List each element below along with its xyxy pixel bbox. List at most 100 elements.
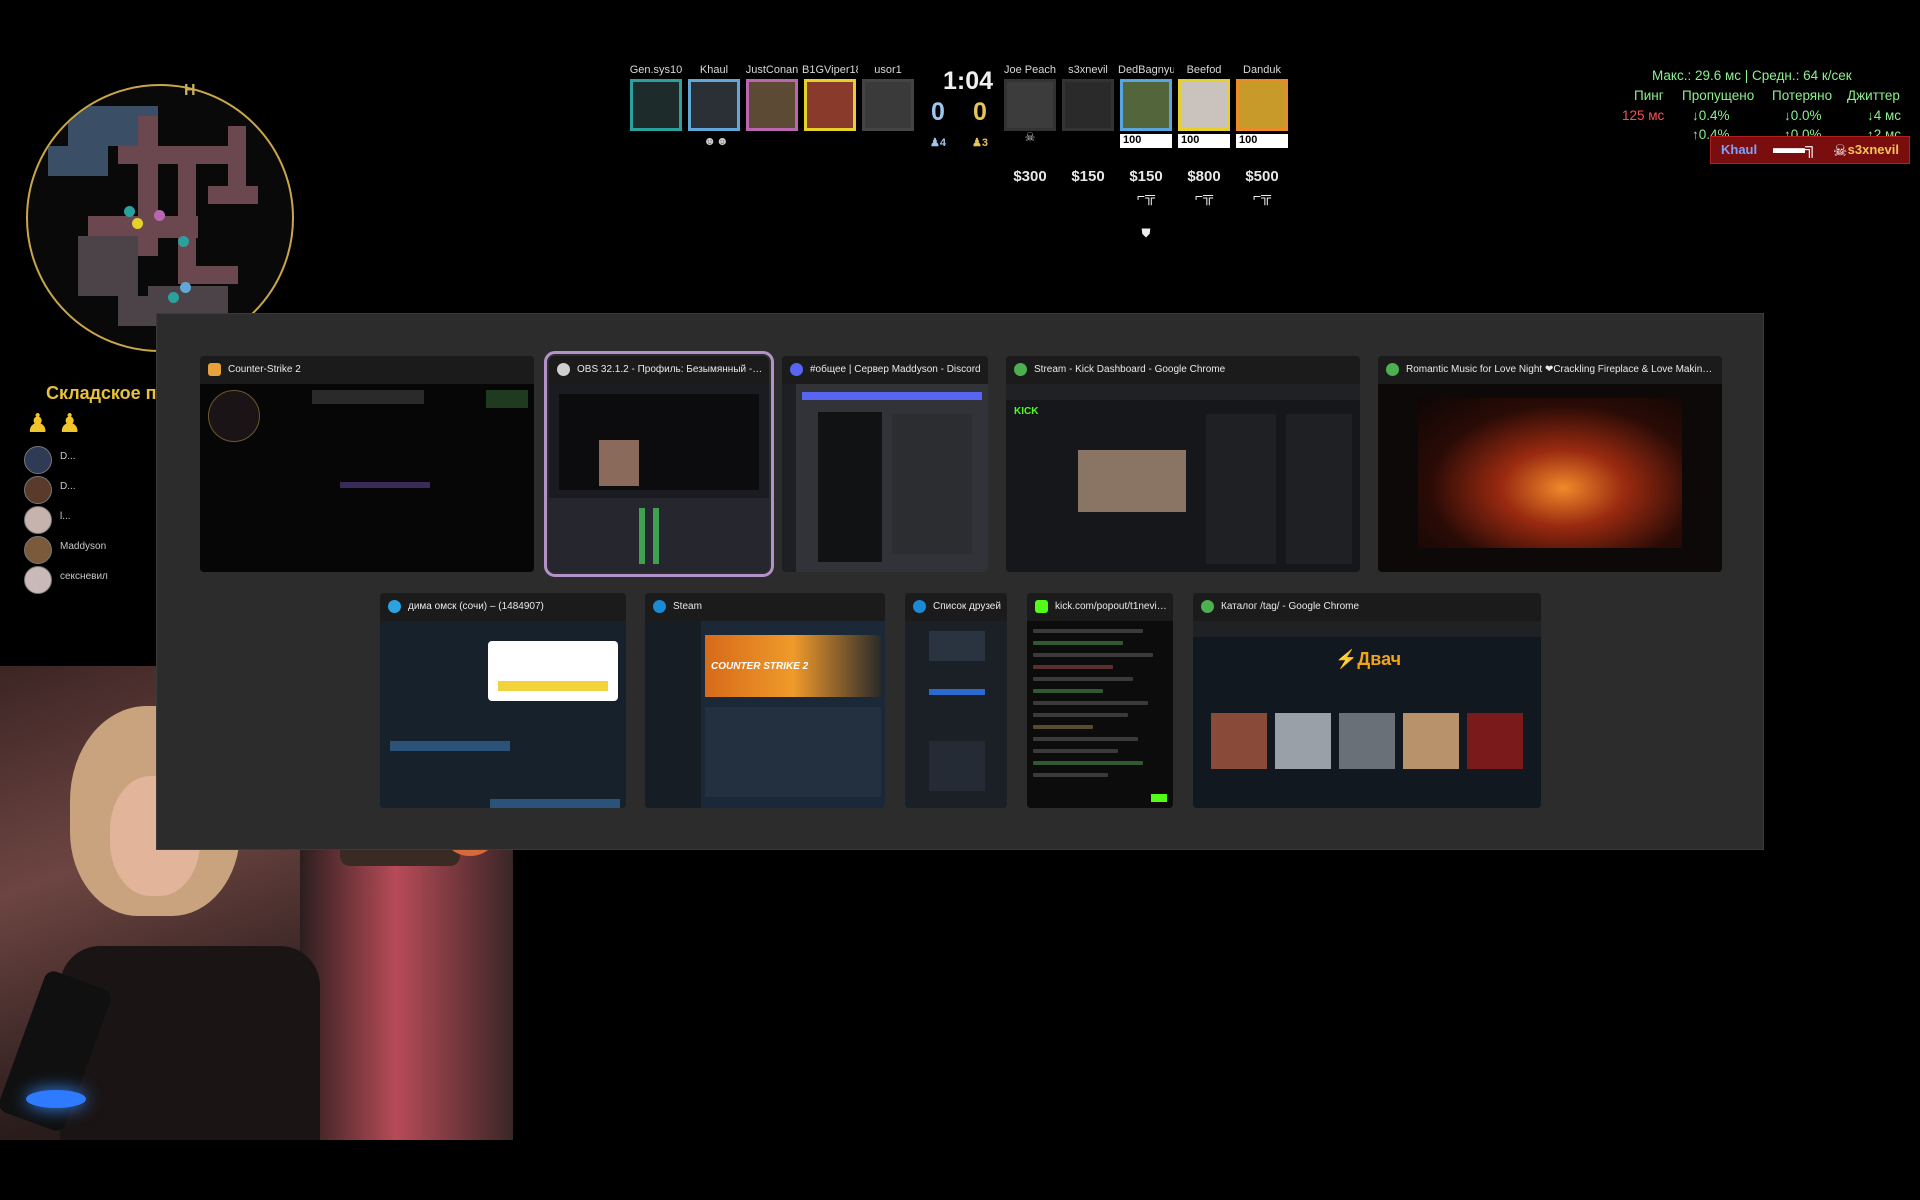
t-player-name: Beefod [1186,64,1222,76]
player-marker [168,292,179,303]
window-thumb-kick-chat[interactable]: kick.com/popout/t1nevil/c... [1027,593,1173,808]
ct-player-name: B1GViper187 [802,64,858,76]
netstats-down: ↓0.4% [1692,108,1730,123]
ct-alive-count: ♟4 [930,137,946,149]
netstats-header: Джиттер [1847,88,1900,103]
window-title: #общее | Сервер Maddyson - Discord [810,364,981,375]
t-player-hp: 100 [1178,134,1230,148]
window-thumb-friends[interactable]: Список друзей [905,593,1007,808]
chrome-icon [1201,600,1214,613]
window-title: Список друзей [933,601,1001,612]
t-player-avatar [1236,79,1288,131]
window-thumb-kick-dashboard[interactable]: Stream - Kick Dashboard - Google Chrome … [1006,356,1360,572]
telegram-icon [388,600,401,613]
rifle-icon: ▬▬╗ [1773,140,1817,157]
window-thumb-discord[interactable]: #общее | Сервер Maddyson - Discord [782,356,988,572]
ct-player-avatar [630,79,682,131]
window-thumb-dvach[interactable]: Каталог /tag/ - Google Chrome ⚡Двач [1193,593,1541,808]
t-player-name: DedBagnyuk [1118,64,1174,76]
window-thumb-telegram[interactable]: дима омск (сочи) – (1484907) [380,593,626,808]
obs-icon [557,363,570,376]
ct-dead-icons: ☻☻ [703,134,729,148]
ct-player-name: JustConan [745,64,799,76]
player-marker [132,218,143,229]
window-preview: KICK [1006,384,1360,572]
voice-user-name: D... [60,451,76,462]
voice-user-name: l... [60,511,71,522]
window-title-bar: дима омск (сочи) – (1484907) [380,593,626,621]
round-timer: 1:04 [942,67,994,95]
window-preview [200,384,534,572]
zone-title: Складское п [46,383,157,403]
t-player-name: s3xnevil [1068,64,1108,76]
voice-user-name: Maddyson [60,541,107,552]
ct-player-avatar [688,79,740,131]
window-preview [1027,621,1173,808]
killfeed-attacker: Khaul [1721,142,1758,157]
window-title: дима омск (сочи) – (1484907) [408,601,544,612]
window-preview [549,384,769,572]
avatar [24,476,52,504]
cs2-banner: COUNTER STRIKE 2 [711,661,809,672]
avatar [24,566,52,594]
killfeed-victim: s3xnevil [1847,142,1899,157]
killfeed-entry: Khaul ▬▬╗ ☠ s3xnevil [1710,136,1910,164]
window-thumb-steam[interactable]: Steam COUNTER STRIKE 2 [645,593,885,808]
task-view: Counter-Strike 2 OBS 32.1.2 - Профиль: Б… [156,313,1764,850]
ct-player-name: Gen.sys10 [629,64,683,76]
window-title: Steam [673,601,702,612]
pistol-icon: ⌐╦ [1252,188,1272,204]
window-title: Counter-Strike 2 [228,364,301,375]
t-player-money: $150 [1129,168,1163,185]
window-title: Romantic Music for Love Night ❤Crackling… [1406,364,1716,375]
window-thumb-youtube[interactable]: Romantic Music for Love Night ❤Crackling… [1378,356,1722,572]
pistol-icon: ⌐╦ [1194,188,1214,204]
netstats-header: Пинг [1634,88,1664,103]
window-title: OBS 32.1.2 - Профиль: Безымянный - Сц... [577,364,763,375]
window-title-bar: #общее | Сервер Maddyson - Discord [782,356,988,384]
dvach-logo: ⚡Двач [1335,649,1402,669]
headshot-icon: ☠ [1833,143,1848,160]
netstats-ping: 125 мс [1622,108,1665,123]
player-silhouette-icon: ♟ [58,408,82,438]
minimap [26,84,294,352]
ct-score: 0 [931,98,945,126]
t-alive-count: ♟3 [972,137,988,149]
avatar [24,536,52,564]
t-player-money: $500 [1245,168,1279,185]
window-title-bar: OBS 32.1.2 - Профиль: Безымянный - Сц... [549,356,769,384]
t-dead-icon: ☠ [1024,130,1036,144]
avatar [24,446,52,474]
window-title-bar: Каталог /tag/ - Google Chrome [1193,593,1541,621]
cs2-icon [208,363,221,376]
fireplace-video [1418,398,1682,548]
netstats-down: ↓4 мс [1867,108,1902,123]
discord-icon [790,363,803,376]
steam-icon [913,600,926,613]
ct-player-name: usor1 [874,64,902,76]
player-silhouette-icon: ♟ [26,408,50,438]
window-title-bar: Counter-Strike 2 [200,356,534,384]
netstats-down: ↓0.0% [1784,108,1822,123]
player-marker [124,206,135,217]
t-player-hp: 100 [1120,134,1172,148]
netstats-header: Потеряно [1772,88,1833,103]
t-player-name: Joe Peach [1004,64,1056,76]
minimap-site-label: H [184,82,196,99]
t-player-avatar [1120,79,1172,131]
window-title-bar: Romantic Music for Love Night ❤Crackling… [1378,356,1722,384]
window-title-bar: kick.com/popout/t1nevil/c... [1027,593,1173,621]
window-preview [782,384,988,572]
steam-icon [653,600,666,613]
window-title: Каталог /tag/ - Google Chrome [1221,601,1360,612]
t-player-avatar [1004,79,1056,131]
chrome-icon [1386,363,1399,376]
netstats-summary: Макс.: 29.6 мс | Средн.: 64 к/сек [1652,68,1852,83]
ct-player-avatar [746,79,798,131]
window-title: Stream - Kick Dashboard - Google Chrome [1034,364,1226,375]
window-thumb-cs2[interactable]: Counter-Strike 2 [200,356,534,572]
window-thumb-obs[interactable]: OBS 32.1.2 - Профиль: Безымянный - Сц... [544,351,774,577]
window-title-bar: Stream - Kick Dashboard - Google Chrome [1006,356,1360,384]
person-body [60,946,320,1140]
kick-icon [1035,600,1048,613]
